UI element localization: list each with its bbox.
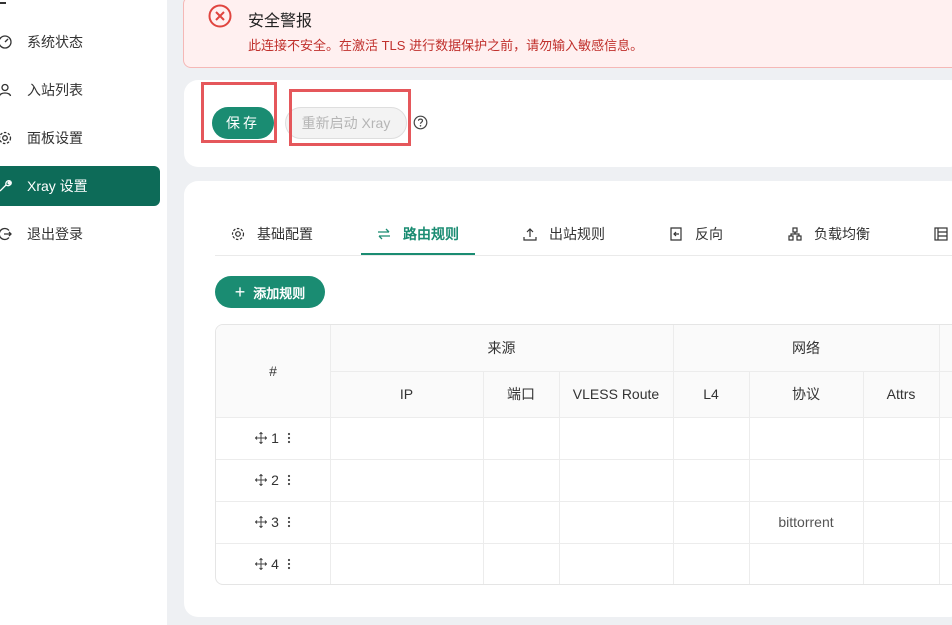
- table-row: 1: [216, 417, 330, 459]
- sidebar: 系统状态 入站列表 面板设置 Xray 设置 退出登录: [0, 0, 167, 625]
- sidebar-item-inbounds[interactable]: 入站列表: [0, 70, 160, 110]
- cluster-icon: [788, 227, 802, 241]
- grid-line: [939, 325, 940, 584]
- sidebar-item-logout[interactable]: 退出登录: [0, 214, 160, 254]
- reverse-icon: [669, 227, 683, 241]
- user-icon: [0, 82, 13, 98]
- tab-label: 负载均衡: [814, 226, 870, 242]
- grid-line: [863, 371, 864, 584]
- tab-label: 路由规则: [403, 226, 459, 242]
- table-row: 3: [216, 501, 330, 543]
- protocol-cell: bittorrent: [778, 514, 834, 530]
- sidebar-item-label: 入站列表: [27, 82, 83, 98]
- close-circle-icon: [208, 4, 232, 33]
- table-row: 4: [216, 543, 330, 584]
- tab-outbound-rules[interactable]: 出站规则: [523, 222, 605, 246]
- drag-handle-icon[interactable]: [255, 432, 268, 444]
- tab-label: 出站规则: [549, 226, 605, 242]
- tab-label: 基础配置: [257, 226, 313, 242]
- column-header-port: 端口: [507, 386, 535, 402]
- sidebar-item-label: 面板设置: [27, 130, 83, 146]
- sidebar-item-system-status[interactable]: 系统状态: [0, 22, 160, 62]
- row-index: 3: [271, 514, 279, 530]
- grid-line: [483, 371, 484, 584]
- sidebar-item-label: 退出登录: [27, 226, 83, 242]
- column-header-ip: IP: [399, 386, 414, 402]
- column-header-protocol: 协议: [792, 386, 820, 402]
- grid-line: [559, 371, 560, 584]
- add-rule-label: 添加规则: [253, 285, 306, 301]
- tab-reverse[interactable]: 反向: [669, 222, 723, 246]
- column-header-l4: L4: [703, 386, 719, 402]
- tool-icon: [0, 178, 13, 194]
- more-vertical-icon[interactable]: [287, 474, 291, 486]
- row-index: 1: [271, 430, 279, 446]
- grid-line: [330, 325, 331, 584]
- sidebar-top-fragment: [0, 0, 6, 4]
- sidebar-item-xray-settings[interactable]: Xray 设置: [0, 166, 160, 206]
- gear-icon: [0, 130, 13, 146]
- drag-handle-icon[interactable]: [255, 474, 268, 486]
- dashboard-icon: [0, 34, 13, 50]
- gear-icon: [231, 227, 245, 241]
- more-vertical-icon[interactable]: [287, 432, 291, 444]
- active-tab-indicator: [361, 253, 475, 255]
- column-group-network: 网络: [792, 340, 820, 356]
- tab-load-balancing[interactable]: 负载均衡: [788, 222, 870, 246]
- more-vertical-icon[interactable]: [287, 516, 291, 528]
- row-index: 2: [271, 472, 279, 488]
- plus-icon: +: [234, 282, 246, 302]
- list-icon: [934, 227, 948, 241]
- tabs-divider: [215, 255, 952, 256]
- column-header-attrs: Attrs: [886, 386, 916, 402]
- tab-label: 反向: [695, 226, 723, 242]
- upload-icon: [523, 227, 537, 241]
- swap-icon: [377, 227, 391, 241]
- column-header-index: #: [269, 363, 277, 379]
- column-header-vless-route: VLESS Route: [572, 386, 660, 402]
- drag-handle-icon[interactable]: [255, 558, 268, 570]
- logout-icon: [0, 226, 13, 242]
- alert-description: 此连接不安全。在激活 TLS 进行数据保护之前，请勿输入敏感信息。: [248, 38, 644, 53]
- tab-basic-config[interactable]: 基础配置: [231, 222, 313, 246]
- routing-rules-table: # 来源 网络 IP 端口 VLESS Route L4 协议 Attrs 1 …: [215, 324, 952, 585]
- grid-line: [330, 371, 952, 372]
- sidebar-item-label: 系统状态: [27, 34, 83, 50]
- tab-routing-rules[interactable]: 路由规则: [377, 222, 459, 246]
- highlight-box-restart: [289, 89, 411, 146]
- alert-title: 安全警报: [248, 13, 313, 30]
- row-index: 4: [271, 556, 279, 572]
- more-vertical-icon[interactable]: [287, 558, 291, 570]
- highlight-box-save: [201, 82, 277, 143]
- drag-handle-icon[interactable]: [255, 516, 268, 528]
- question-icon[interactable]: [413, 115, 428, 135]
- sidebar-item-panel-settings[interactable]: 面板设置: [0, 118, 160, 158]
- sidebar-item-label: Xray 设置: [27, 178, 88, 194]
- security-alert: 安全警报 此连接不安全。在激活 TLS 进行数据保护之前，请勿输入敏感信息。: [183, 0, 952, 68]
- grid-line: [749, 371, 750, 584]
- table-row: 2: [216, 459, 330, 501]
- column-group-source: 来源: [487, 340, 516, 356]
- add-rule-button[interactable]: + 添加规则: [215, 276, 325, 308]
- tab-more[interactable]: [934, 222, 952, 246]
- grid-line: [673, 325, 674, 584]
